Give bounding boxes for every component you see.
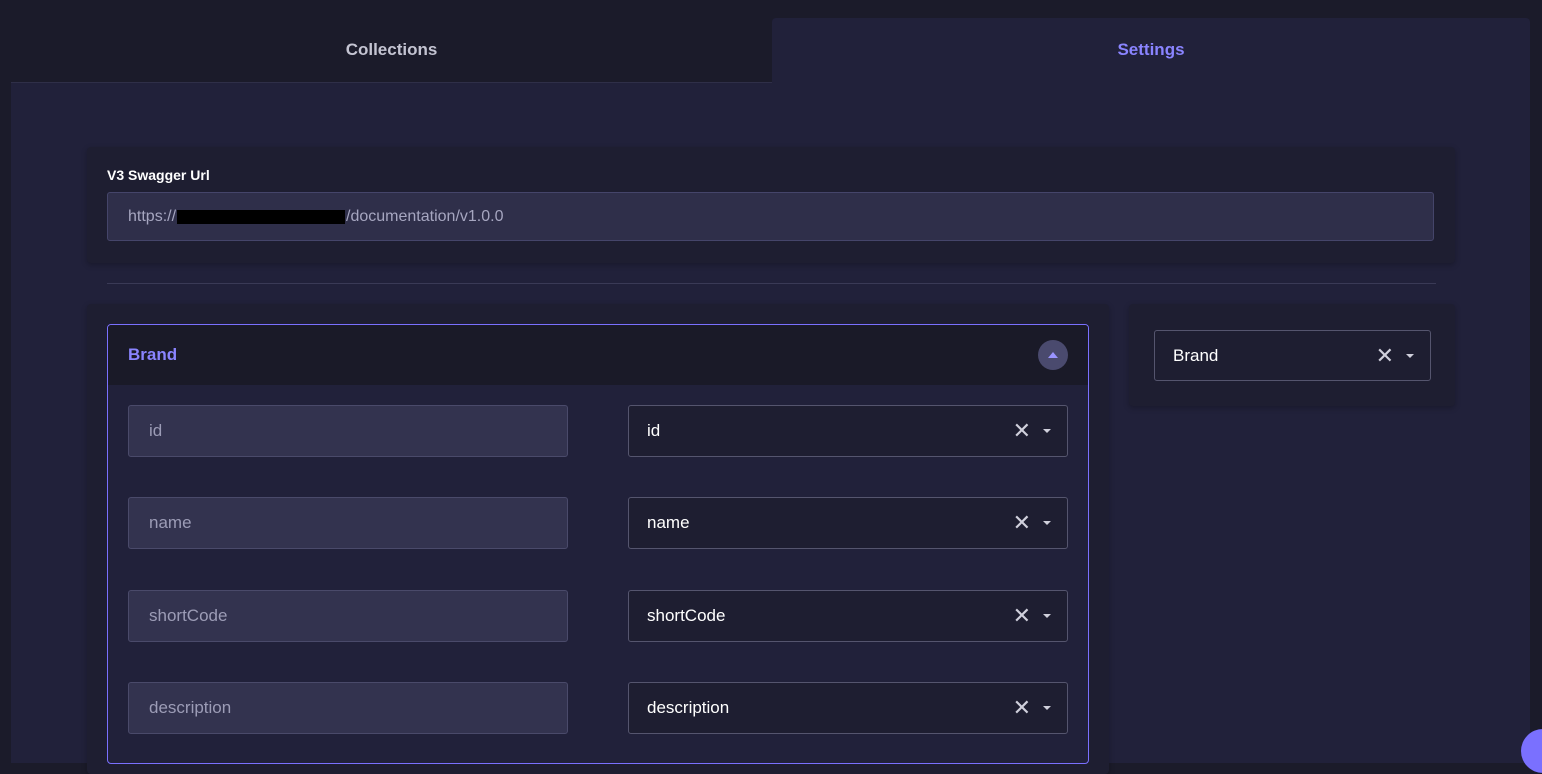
select-value: id — [647, 421, 661, 440]
field-select-id[interactable]: id ✕ — [628, 405, 1068, 457]
caret-down-icon[interactable] — [1043, 521, 1051, 525]
mapping-card: Brand id id ✕ name name ✕ shortCode shor… — [87, 304, 1109, 774]
field-input-name[interactable]: name — [128, 497, 568, 549]
field-select-description[interactable]: description ✕ — [628, 682, 1068, 734]
field-placeholder: id — [149, 421, 163, 440]
swagger-url-prefix: https:// — [128, 207, 177, 225]
select-value: description — [647, 698, 730, 717]
swagger-url-label: V3 Swagger Url — [107, 167, 210, 183]
select-value: Brand — [1173, 345, 1219, 365]
redaction-bar — [177, 209, 346, 224]
close-icon[interactable]: ✕ — [1013, 420, 1031, 442]
caret-down-icon[interactable] — [1043, 429, 1051, 433]
field-placeholder: name — [149, 513, 192, 532]
tab-collections-label: Collections — [345, 40, 438, 59]
close-icon[interactable]: ✕ — [1376, 344, 1394, 367]
collection-select[interactable]: Brand ✕ — [1154, 330, 1431, 381]
caret-down-icon[interactable] — [1043, 614, 1051, 618]
field-placeholder: description — [149, 698, 232, 717]
close-icon[interactable]: ✕ — [1013, 512, 1031, 534]
settings-panel: V3 Swagger Url https:// /documentation/v1… — [11, 83, 1530, 774]
caret-down-icon[interactable] — [1043, 706, 1051, 710]
accordion-title: Brand — [128, 345, 178, 364]
chevron-up-icon — [1048, 352, 1058, 358]
field-input-description[interactable]: description — [128, 682, 568, 734]
swagger-url-card: V3 Swagger Url https:// /documentation/v1… — [87, 147, 1455, 263]
accordion-header[interactable]: Brand — [108, 325, 1088, 385]
field-select-shortcode[interactable]: shortCode ✕ — [628, 590, 1068, 642]
tab-settings[interactable]: Settings — [772, 18, 1530, 88]
field-select-name[interactable]: name ✕ — [628, 497, 1068, 549]
close-icon[interactable]: ✕ — [1013, 697, 1031, 719]
swagger-url-input[interactable]: https:// /documentation/v1.0.0 — [107, 192, 1434, 241]
collection-accordion: Brand id id ✕ name name ✕ shortCode shor… — [107, 324, 1089, 764]
field-input-id[interactable]: id — [128, 405, 568, 457]
select-value: shortCode — [647, 606, 726, 625]
field-placeholder: shortCode — [149, 606, 228, 625]
collection-select-card: Brand ✕ — [1129, 304, 1455, 406]
close-icon[interactable]: ✕ — [1013, 605, 1031, 627]
tab-settings-label: Settings — [1117, 40, 1185, 59]
field-input-shortcode[interactable]: shortCode — [128, 590, 568, 642]
collapse-button[interactable] — [1038, 340, 1068, 370]
swagger-url-suffix: /documentation/v1.0.0 — [346, 207, 504, 225]
caret-down-icon[interactable] — [1406, 353, 1414, 358]
tab-collections[interactable]: Collections — [11, 18, 772, 83]
select-value: name — [647, 513, 690, 532]
divider — [107, 283, 1436, 284]
